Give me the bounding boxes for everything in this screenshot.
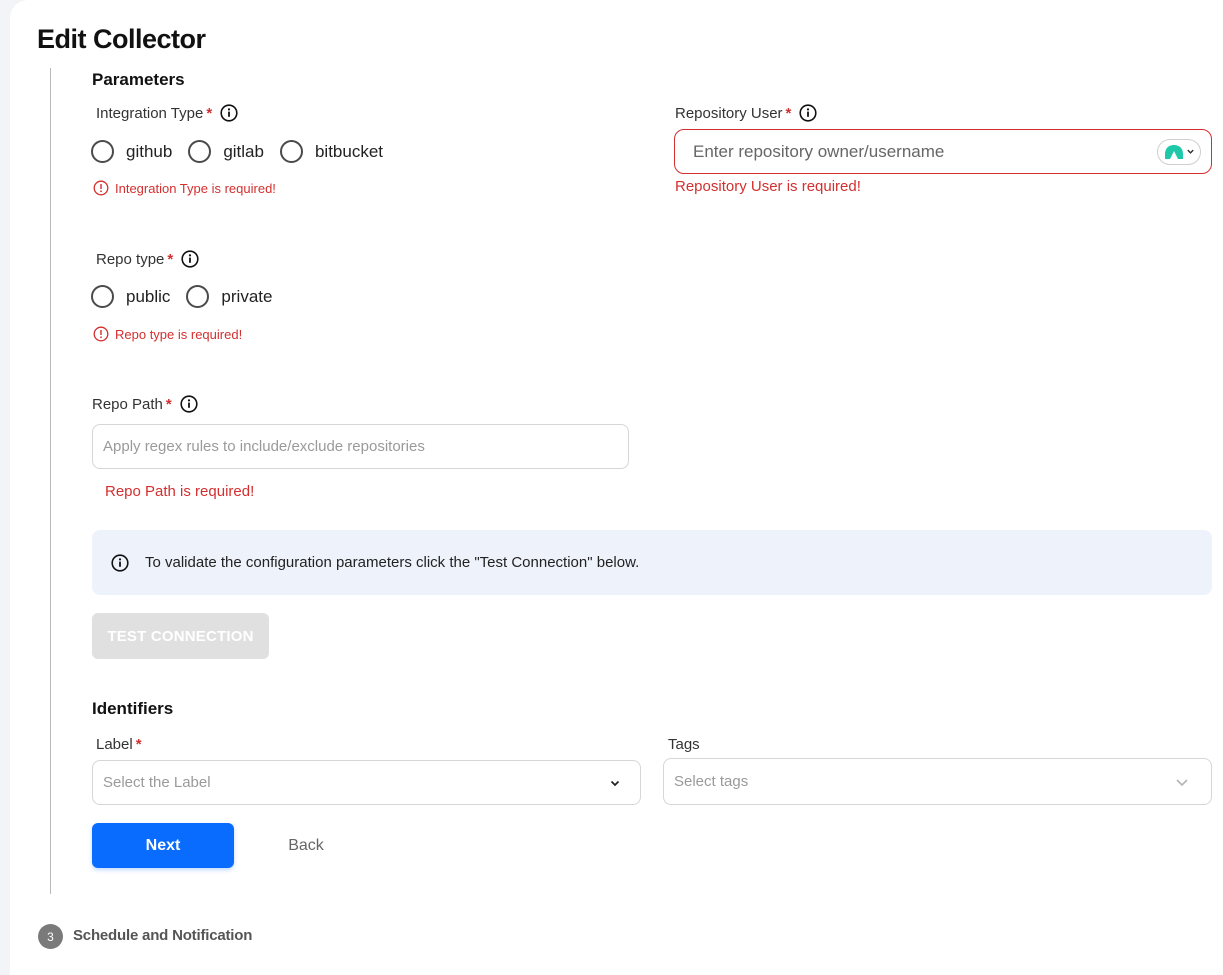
tags-select[interactable]: Select tags bbox=[663, 758, 1212, 805]
error-text: Integration Type is required! bbox=[115, 180, 276, 196]
repository-user-label-text: Repository User bbox=[675, 104, 783, 122]
radio-button[interactable] bbox=[186, 285, 210, 308]
stepper-line bbox=[50, 68, 51, 894]
required-mark: * bbox=[135, 736, 142, 753]
radio-button[interactable] bbox=[91, 285, 114, 308]
info-banner-text: To validate the configuration parameters… bbox=[145, 554, 640, 571]
back-button[interactable]: Back bbox=[274, 823, 338, 868]
radio-label: gitlab bbox=[223, 141, 264, 161]
chevron-down-icon bbox=[610, 780, 620, 786]
test-connection-info-banner: To validate the configuration parameters… bbox=[92, 530, 1212, 595]
identifiers-section-title: Identifiers bbox=[92, 699, 174, 718]
error-circle-icon bbox=[93, 326, 109, 342]
tags-field-label-text: Tags bbox=[668, 736, 700, 753]
radio-gitlab[interactable]: gitlab bbox=[188, 140, 264, 163]
required-mark: * bbox=[206, 104, 213, 122]
info-icon[interactable] bbox=[181, 250, 199, 268]
required-mark: * bbox=[785, 104, 792, 122]
radio-button[interactable] bbox=[91, 140, 114, 163]
radio-button[interactable] bbox=[188, 140, 212, 163]
repo-type-label: Repo type * bbox=[96, 250, 199, 268]
integration-type-label: Integration Type * bbox=[96, 104, 238, 122]
info-icon[interactable] bbox=[220, 104, 238, 122]
radio-github[interactable]: github bbox=[91, 140, 172, 163]
radio-private[interactable]: private bbox=[186, 285, 272, 308]
repository-user-label: Repository User * bbox=[675, 104, 817, 122]
step-schedule-notification[interactable]: Schedule and Notification bbox=[73, 927, 252, 944]
page-title: Edit Collector bbox=[37, 24, 206, 54]
parameters-section-title: Parameters bbox=[92, 70, 185, 89]
repository-user-input[interactable] bbox=[693, 141, 1157, 162]
info-icon[interactable] bbox=[799, 104, 817, 122]
radio-public[interactable]: public bbox=[91, 285, 170, 308]
radio-label: private bbox=[221, 286, 273, 306]
required-mark: * bbox=[165, 395, 172, 413]
repo-path-input[interactable] bbox=[103, 438, 618, 455]
required-mark: * bbox=[167, 250, 174, 268]
repo-path-label-text: Repo Path bbox=[92, 395, 163, 413]
radio-label: bitbucket bbox=[314, 141, 384, 161]
step-number-badge: 3 bbox=[38, 924, 63, 949]
repo-type-error: Repo type is required! bbox=[93, 326, 242, 342]
info-icon bbox=[111, 553, 129, 572]
error-text: Repo type is required! bbox=[115, 326, 243, 342]
repository-user-field[interactable] bbox=[674, 129, 1212, 174]
repo-path-field[interactable] bbox=[92, 424, 629, 469]
repo-path-error: Repo Path is required! bbox=[105, 483, 255, 500]
radio-label: github bbox=[126, 141, 173, 161]
tags-field-label: Tags bbox=[668, 736, 700, 753]
repo-type-radio-group: public private bbox=[91, 285, 288, 308]
repo-path-label: Repo Path * bbox=[92, 395, 198, 413]
repository-user-error: Repository User is required! bbox=[675, 178, 861, 195]
integration-type-error: Integration Type is required! bbox=[93, 180, 276, 196]
error-circle-icon bbox=[93, 180, 109, 196]
test-connection-button[interactable]: TEST CONNECTION bbox=[92, 613, 269, 659]
info-icon[interactable] bbox=[180, 395, 198, 413]
radio-bitbucket[interactable]: bitbucket bbox=[279, 140, 384, 163]
label-select[interactable]: Select the Label bbox=[92, 760, 641, 805]
password-manager-icon bbox=[1165, 144, 1183, 159]
label-select-placeholder: Select the Label bbox=[103, 774, 211, 791]
label-field-label-text: Label bbox=[96, 736, 133, 753]
radio-label: public bbox=[126, 286, 171, 306]
integration-type-label-text: Integration Type bbox=[96, 104, 204, 122]
radio-button[interactable] bbox=[279, 140, 303, 163]
chevron-down-icon bbox=[1176, 778, 1188, 786]
next-button[interactable]: Next bbox=[92, 823, 234, 868]
repo-type-label-text: Repo type bbox=[96, 250, 165, 268]
integration-type-radio-group: github gitlab bitbucket bbox=[91, 140, 399, 163]
chevron-down-icon bbox=[1187, 149, 1194, 154]
password-manager-button[interactable] bbox=[1157, 138, 1201, 165]
tags-select-placeholder: Select tags bbox=[674, 773, 749, 790]
label-field-label: Label * bbox=[96, 736, 142, 753]
